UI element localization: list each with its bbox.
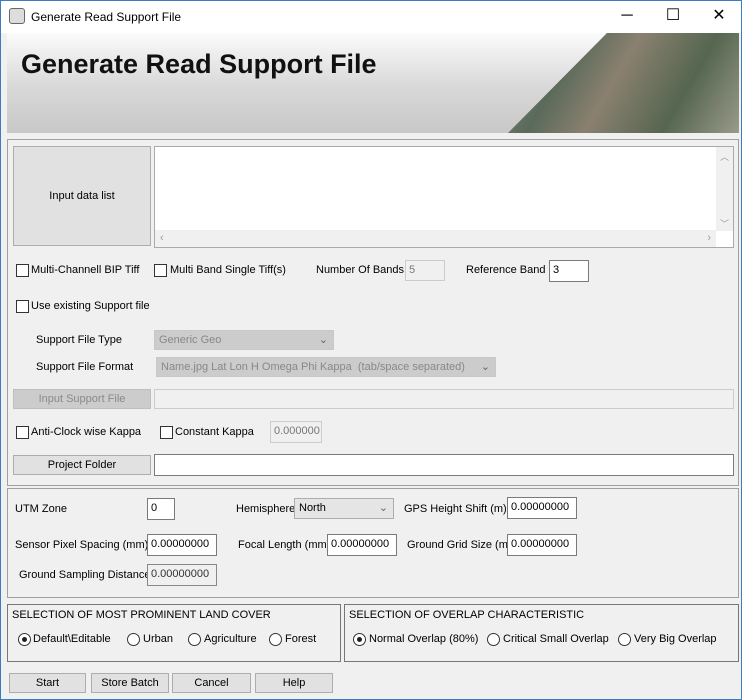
sensor-pixel-input[interactable]: 0.00000000: [147, 534, 217, 556]
ground-grid-label: Ground Grid Size (m): [407, 539, 512, 551]
reference-band-label: Reference Band: [466, 264, 546, 276]
chevron-down-icon: ⌄: [480, 361, 490, 373]
project-folder-field[interactable]: [154, 454, 734, 476]
support-file-type-label: Support File Type: [36, 334, 123, 346]
use-existing-support-label: Use existing Support file: [31, 300, 150, 312]
radio-very-big-overlap[interactable]: [618, 633, 631, 646]
anticlock-kappa-checkbox[interactable]: [16, 426, 29, 439]
support-file-type-value: Generic Geo: [159, 334, 222, 346]
anticlock-kappa-label: Anti-Clock wise Kappa: [31, 426, 142, 438]
vertical-scrollbar[interactable]: ︿ ﹀: [716, 147, 733, 231]
hemisphere-select[interactable]: North ⌄: [294, 498, 394, 519]
gsd-input: 0.00000000: [147, 564, 217, 586]
store-batch-button[interactable]: Store Batch: [91, 673, 169, 693]
support-file-format-select: Name.jpg Lat Lon H Omega Phi Kappa (tab/…: [156, 357, 496, 377]
radio-normal-overlap-label: Normal Overlap (80%): [369, 633, 479, 645]
utm-zone-label: UTM Zone: [15, 503, 67, 515]
radio-critical-small-overlap-label: Critical Small Overlap: [503, 633, 609, 645]
radio-agriculture-label: Agriculture: [204, 633, 257, 645]
input-support-file-button: Input Support File: [13, 389, 151, 409]
number-of-bands-label: Number Of Bands: [316, 264, 405, 276]
multi-channel-bip-label: Multi-Channell BIP Tiff: [31, 264, 140, 276]
minimize-button[interactable]: ─: [604, 5, 650, 29]
project-folder-button[interactable]: Project Folder: [13, 455, 151, 475]
gps-height-label: GPS Height Shift (m): [404, 503, 507, 515]
multi-band-single-checkbox[interactable]: [154, 264, 167, 277]
gps-height-input[interactable]: 0.00000000: [507, 497, 577, 519]
ground-grid-input[interactable]: 0.00000000: [507, 534, 577, 556]
hemisphere-value: North: [299, 502, 326, 514]
radio-very-big-overlap-label: Very Big Overlap: [634, 633, 717, 645]
horizontal-scrollbar[interactable]: ‹ ›: [155, 230, 716, 247]
constant-kappa-input: 0.000000: [270, 421, 322, 443]
window-title: Generate Read Support File: [31, 10, 182, 24]
sensor-pixel-label: Sensor Pixel Spacing (mm): [15, 539, 149, 551]
use-existing-support-checkbox[interactable]: [16, 300, 29, 313]
utm-zone-input[interactable]: 0: [147, 498, 175, 520]
constant-kappa-checkbox[interactable]: [160, 426, 173, 439]
multi-band-single-label: Multi Band Single Tiff(s): [170, 264, 286, 276]
start-button[interactable]: Start: [9, 673, 86, 693]
chevron-down-icon: ⌄: [378, 502, 388, 514]
number-of-bands-input: 5: [405, 260, 445, 281]
banner-title: Generate Read Support File: [21, 49, 377, 79]
app-icon: [9, 8, 25, 24]
reference-band-input[interactable]: 3: [549, 260, 589, 282]
maximize-button[interactable]: ☐: [650, 5, 696, 29]
hemisphere-label: Hemisphere: [236, 503, 296, 515]
title-bar: Generate Read Support File ─ ☐ ✕: [1, 1, 741, 33]
chevron-down-icon: ⌄: [318, 334, 328, 346]
support-file-type-select: Generic Geo ⌄: [154, 330, 334, 350]
banner: Generate Read Support File: [7, 33, 739, 133]
radio-forest[interactable]: [269, 633, 282, 646]
cancel-button[interactable]: Cancel: [172, 673, 251, 693]
input-data-list[interactable]: ︿ ﹀ ‹ ›: [154, 146, 734, 248]
input-support-file-field: [154, 389, 734, 409]
multi-channel-bip-checkbox[interactable]: [16, 264, 29, 277]
radio-normal-overlap[interactable]: [353, 633, 366, 646]
radio-critical-small-overlap[interactable]: [487, 633, 500, 646]
radio-default-editable-label: Default\Editable: [33, 633, 111, 645]
help-button[interactable]: Help: [255, 673, 333, 693]
land-cover-title: SELECTION OF MOST PROMINENT LAND COVER: [12, 609, 271, 621]
close-button[interactable]: ✕: [696, 5, 742, 29]
radio-forest-label: Forest: [285, 633, 317, 645]
terrain-image: [508, 33, 739, 133]
radio-default-editable[interactable]: [18, 633, 31, 646]
focal-length-label: Focal Length (mm): [238, 539, 331, 551]
radio-urban[interactable]: [127, 633, 140, 646]
radio-urban-label: Urban: [143, 633, 173, 645]
overlap-title: SELECTION OF OVERLAP CHARACTERISTIC: [349, 609, 585, 621]
input-data-list-button[interactable]: Input data list: [13, 146, 151, 246]
constant-kappa-label: Constant Kappa: [175, 426, 254, 438]
support-file-format-label: Support File Format: [36, 361, 134, 373]
gsd-label: Ground Sampling Distance: [19, 569, 151, 581]
support-file-format-value: Name.jpg Lat Lon H Omega Phi Kappa (tab/…: [161, 361, 465, 373]
focal-length-input[interactable]: 0.00000000: [327, 534, 397, 556]
radio-agriculture[interactable]: [188, 633, 201, 646]
